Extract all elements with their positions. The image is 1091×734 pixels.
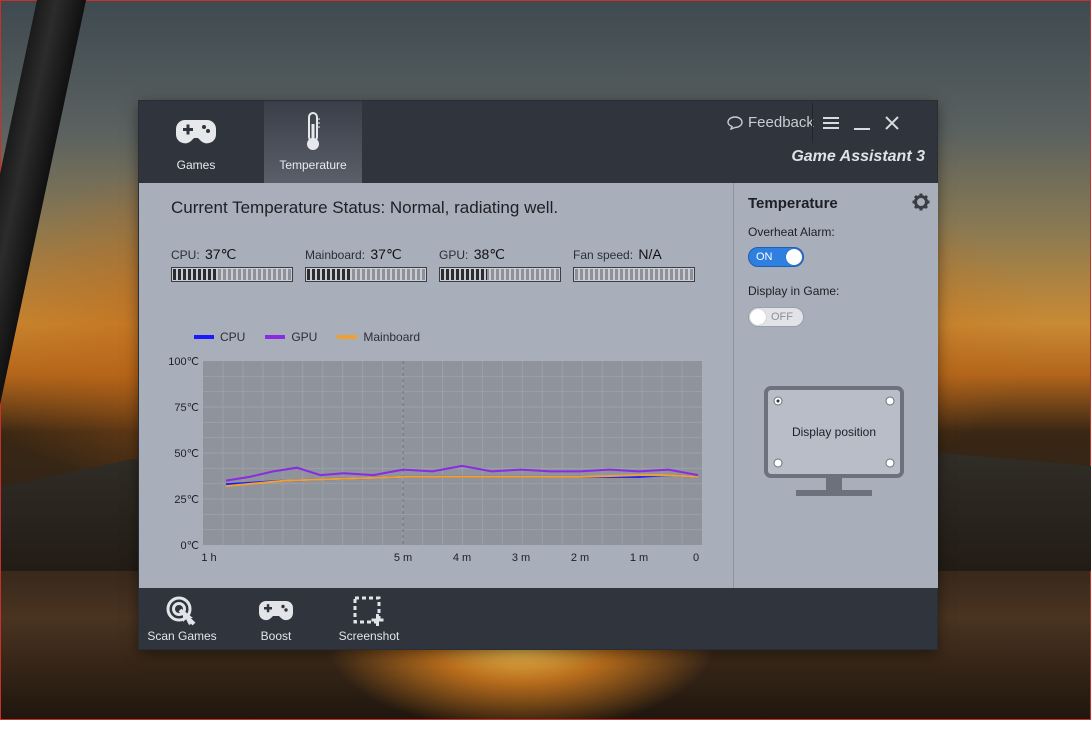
fan-speed-gauge: Fan speed: N/A (573, 246, 697, 282)
minimize-icon (854, 128, 870, 130)
gauge-bar (439, 267, 561, 282)
monitor-icon (764, 386, 904, 496)
gauge-fill (307, 269, 352, 280)
close-button[interactable] (882, 113, 902, 133)
gamepad-icon (147, 113, 245, 151)
title-bar: Games Temperature Feedback Game Assistan… (139, 101, 937, 183)
chat-bubble-icon (727, 115, 743, 130)
settings-button[interactable] (912, 193, 930, 216)
thermometer-icon (264, 112, 362, 151)
scan-games-label: Scan Games (147, 629, 217, 643)
x-tick-label: 1 m (630, 552, 648, 564)
scan-icon (145, 596, 219, 626)
mainboard-gauge: Mainboard: 37℃ (305, 246, 429, 282)
x-tick-label: 4 m (453, 552, 471, 564)
legend-label: Mainboard (363, 330, 421, 344)
gauge-fill (173, 269, 218, 280)
app-brand: Game Assistant 3 (791, 148, 925, 165)
temperature-panel: Current Temperature Status: Normal, radi… (139, 183, 733, 588)
legend-item-cpu: CPU (194, 330, 245, 344)
cpu-gauge: CPU: 37℃ (171, 246, 295, 282)
gauge-bar (171, 267, 293, 282)
bottom-toolbar: Scan Games Boost Screenshot (139, 588, 937, 649)
y-tick-label: 0℃ (181, 540, 199, 552)
legend-label: GPU (291, 330, 318, 344)
y-tick-label: 50℃ (174, 448, 199, 460)
temperature-chart: 100℃ 75℃ 50℃ 25℃ 0℃1 h 5 m 4 m 3 m 2 m 1 m 0 (168, 356, 702, 564)
overheat-alarm-toggle[interactable]: ON (748, 247, 804, 267)
feedback-label: Feedback (748, 114, 814, 131)
tab-games[interactable]: Games (147, 101, 245, 183)
toggle-knob (786, 249, 802, 265)
gauge-value: N/A (638, 246, 662, 262)
app-window: Games Temperature Feedback Game Assistan… (139, 101, 938, 649)
tab-games-label: Games (176, 158, 216, 172)
screenshot-icon (335, 596, 403, 626)
close-icon (885, 116, 899, 130)
legend-item-gpu: GPU (265, 330, 317, 344)
legend-swatch-gpu (265, 335, 286, 339)
legend-swatch-cpu (194, 335, 214, 339)
y-tick-label: 100℃ (168, 356, 199, 368)
gauge-value: 37℃ (205, 246, 237, 262)
wallpaper-pole (0, 0, 88, 734)
display-in-game-label: Display in Game: (748, 284, 840, 298)
display-position-selector[interactable]: Display position (764, 386, 904, 509)
toggle-knob (750, 309, 766, 325)
x-tick-label: 2 m (571, 552, 589, 564)
settings-panel: Temperature Overheat Alarm: ON Display i… (733, 183, 938, 588)
menu-button[interactable] (821, 113, 841, 133)
overheat-alarm-label: Overheat Alarm: (748, 225, 835, 239)
x-tick-label: 0 (693, 552, 699, 564)
temperature-status: Current Temperature Status: Normal, radi… (171, 198, 559, 217)
title-bar-controls: Feedback Game Assistant 3 (717, 101, 937, 183)
gauge-value: 38℃ (473, 246, 505, 262)
scan-games-button[interactable]: Scan Games (145, 588, 219, 649)
x-tick-label: 1 h (201, 552, 216, 564)
gpu-gauge: GPU: 38℃ (439, 246, 563, 282)
display-in-game-toggle[interactable]: OFF (748, 307, 804, 327)
legend-label: CPU (220, 330, 246, 344)
screenshot-button[interactable]: Screenshot (335, 588, 403, 649)
gauge-label: Fan speed: (573, 248, 634, 262)
boost-button[interactable]: Boost (246, 588, 306, 649)
gauge-label: GPU: (439, 248, 469, 262)
gauge-fill (441, 269, 487, 280)
gamepad-icon (246, 596, 306, 626)
gear-icon (912, 193, 930, 211)
legend-swatch-mainboard (337, 335, 358, 339)
gauge-label: CPU: (171, 248, 200, 262)
display-position-label: Display position (791, 425, 877, 439)
legend-item-mainboard: Mainboard (337, 330, 420, 344)
gauge-label: Mainboard: (305, 248, 366, 262)
gauge-bar (573, 267, 695, 282)
y-tick-label: 75℃ (174, 402, 199, 414)
gauge-bar (305, 267, 427, 282)
title-separator (812, 103, 813, 143)
minimize-button[interactable] (852, 113, 872, 133)
toggle-state: ON (756, 251, 773, 263)
settings-title: Temperature (748, 195, 838, 212)
x-tick-label: 3 m (512, 552, 530, 564)
tab-temperature-label: Temperature (279, 158, 347, 172)
gauge-value: 37℃ (370, 246, 402, 262)
y-tick-label: 25℃ (174, 494, 199, 506)
screenshot-label: Screenshot (338, 629, 400, 643)
boost-label: Boost (260, 629, 292, 643)
chart-legend: CPU GPU Mainboard (194, 330, 420, 344)
toggle-state: OFF (771, 311, 793, 323)
feedback-link[interactable]: Feedback (727, 114, 814, 131)
hamburger-icon (823, 117, 839, 129)
x-tick-label: 5 m (394, 552, 412, 564)
tab-temperature[interactable]: Temperature (264, 101, 362, 183)
